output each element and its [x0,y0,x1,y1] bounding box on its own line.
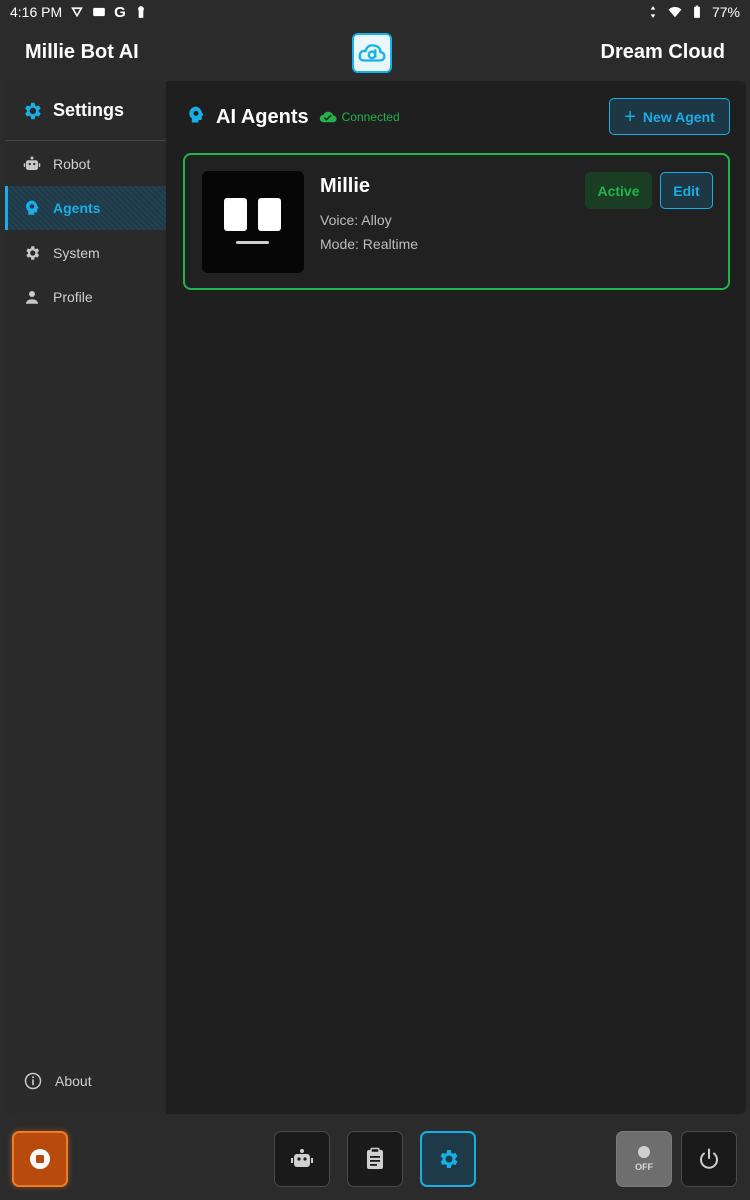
agent-name: Millie [320,175,371,197]
robot-icon [23,156,41,170]
agent-card[interactable]: Millie Voice: Alloy Mode: Realtime Activ… [183,153,730,290]
about-label: About [55,1073,92,1089]
off-toggle[interactable]: OFF [616,1131,672,1187]
cloud-title: Dream Cloud [600,40,725,63]
cloud-logo-icon [358,44,386,62]
sidebar-item-label: Profile [53,289,93,305]
robot-button[interactable] [274,1131,330,1187]
connection-status: Connected [319,110,400,124]
bottom-bar: OFF [0,1116,750,1200]
power-button[interactable] [681,1131,737,1187]
toggle-dot [638,1146,650,1158]
gear-icon [26,245,40,260]
tasks-button[interactable] [347,1131,403,1187]
app-header: Millie Bot AI Dream Cloud [0,24,750,80]
avatar-right-eye [258,198,281,231]
page-title: AI Agents [216,105,309,128]
agent-status-badge[interactable]: Active [585,172,652,209]
settings-button[interactable] [420,1131,476,1187]
vpn-icon [71,7,83,18]
sidebar-header: Settings [5,81,166,141]
connection-status-label: Connected [341,110,400,124]
stop-icon [30,1149,50,1169]
battery-level: 77% [711,4,740,20]
sidebar: Settings Robot Agents System Profile Abo… [5,81,166,1114]
sidebar-item-robot[interactable]: Robot [5,142,166,186]
agent-head-icon [26,200,39,215]
sidebar-item-label: Agents [53,200,101,216]
sidebar-item-label: System [53,244,100,261]
dream-cloud-logo-icon[interactable] [352,33,392,73]
status-left: 4:16 PM G [10,4,148,21]
plus-icon: + [624,105,636,128]
sidebar-item-about[interactable]: About [5,1063,166,1099]
sidebar-item-label: Robot [53,155,91,172]
avatar-left-eye [224,198,247,231]
power-icon [700,1148,718,1169]
sidebar-item-profile[interactable]: Profile [5,275,166,319]
battery-icon [694,5,700,18]
avatar-mouth [236,241,269,244]
sidebar-item-system[interactable]: System [5,231,166,275]
google-icon: G [114,3,126,21]
app-title: Millie Bot AI [25,40,139,63]
cloud-check-icon [319,111,337,123]
status-time: 4:16 PM [10,4,63,20]
content-area: AI Agents Connected + New Agent Millie V… [166,81,746,1114]
new-agent-button[interactable]: + New Agent [609,98,730,135]
sidebar-title: Settings [53,100,125,120]
status-right: 77% [646,4,740,20]
agent-voice: Voice: Alloy [320,212,392,228]
off-label: OFF [635,1162,653,1172]
wifi-icon [668,7,682,18]
agent-mode: Mode: Realtime [320,236,419,252]
person-icon [26,291,38,304]
main-panel: Settings Robot Agents System Profile Abo… [5,81,746,1114]
message-icon [93,7,105,17]
keyhole-icon [137,6,144,18]
signal-icon [650,6,656,18]
new-agent-label: New Agent [642,108,715,125]
robot-icon [291,1149,313,1167]
status-bar: 4:16 PM G 77% [0,0,750,24]
gear-icon [440,1150,458,1168]
gear-icon [25,102,41,119]
info-icon [24,1072,42,1090]
agent-avatar [202,171,304,273]
sidebar-item-agents[interactable]: Agents [5,186,166,230]
edit-agent-button[interactable]: Edit [660,172,713,209]
agent-head-icon [186,105,206,130]
clipboard-icon [367,1147,383,1169]
stop-button[interactable] [12,1131,68,1187]
